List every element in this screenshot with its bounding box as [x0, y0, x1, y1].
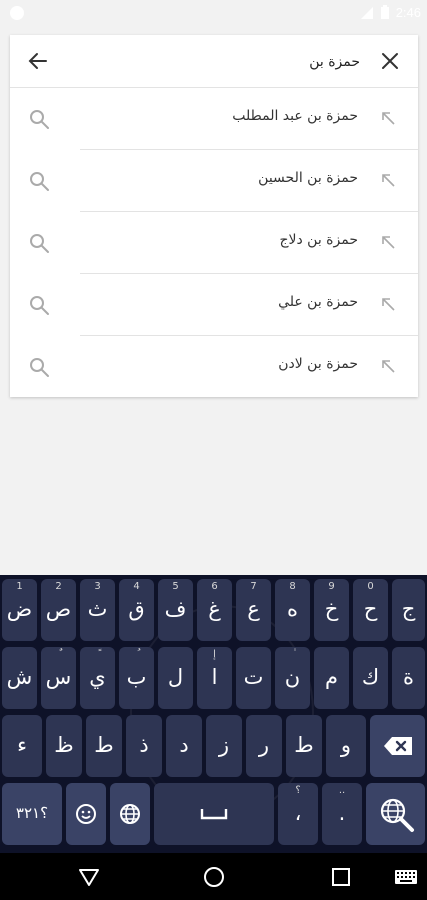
search-icon: [30, 358, 49, 377]
fill-query-arrow-icon[interactable]: [380, 110, 396, 126]
key[interactable]: ٰن: [275, 647, 310, 709]
suggestion-label: حمزة بن علي: [278, 294, 358, 310]
search-icon: [30, 172, 49, 191]
space-key[interactable]: [154, 783, 274, 845]
key[interactable]: 1ض: [2, 579, 37, 641]
language-key[interactable]: [110, 783, 150, 845]
key[interactable]: ت: [236, 647, 271, 709]
key[interactable]: ج: [392, 579, 425, 641]
key[interactable]: ك: [353, 647, 388, 709]
suggestion-label: حمزة بن الحسين: [258, 170, 358, 186]
key[interactable]: ة: [392, 647, 425, 709]
signal-icon: [360, 6, 373, 19]
suggestion-item[interactable]: حمزة بن علي: [10, 274, 418, 336]
suggestion-item[interactable]: حمزة بن دلاج: [10, 212, 418, 274]
key[interactable]: 6غ: [197, 579, 232, 641]
suggestion-label: حمزة بن عبد المطلب: [232, 108, 358, 124]
space-icon: [200, 809, 228, 820]
search-icon: [30, 234, 49, 253]
backspace-icon: [383, 737, 412, 755]
comma-key[interactable]: ؟ ،: [278, 783, 318, 845]
circle-home-icon[interactable]: [200, 863, 228, 891]
fill-query-arrow-icon[interactable]: [380, 234, 396, 250]
search-panel: حمزة بن عبد المطلب حمزة بن الحسين حمزة ب…: [10, 35, 418, 397]
arrow-left-icon[interactable]: [24, 47, 52, 75]
search-action-key[interactable]: [366, 783, 425, 845]
key[interactable]: ٌس: [41, 647, 76, 709]
key[interactable]: ط: [286, 715, 322, 777]
fill-query-arrow-icon[interactable]: [380, 296, 396, 312]
numbers-key[interactable]: ؟٣٢١: [2, 783, 62, 845]
fill-query-arrow-icon[interactable]: [380, 358, 396, 374]
backspace-key[interactable]: [370, 715, 425, 777]
key[interactable]: إا: [197, 647, 232, 709]
key[interactable]: ذ: [126, 715, 162, 777]
key[interactable]: ش: [2, 647, 37, 709]
globe-icon: [120, 804, 140, 824]
clock: 2:46: [395, 5, 421, 20]
search-bar: [10, 35, 418, 88]
close-icon[interactable]: [376, 47, 404, 75]
search-icon: [30, 110, 49, 129]
key[interactable]: ل: [158, 647, 193, 709]
square-recents-icon[interactable]: [327, 863, 355, 891]
suggestion-item[interactable]: حمزة بن عبد المطلب: [10, 88, 418, 150]
key[interactable]: ء: [2, 715, 42, 777]
key[interactable]: ًي: [80, 647, 115, 709]
key[interactable]: 7ع: [236, 579, 271, 641]
suggestion-item[interactable]: حمزة بن الحسين: [10, 150, 418, 212]
key[interactable]: 2ص: [41, 579, 76, 641]
keyboard: 1ض 2ص 3ث 4ق 5ف 6غ 7ع 8ه 9خ 0ح ج ش ٌس ًي …: [0, 575, 427, 853]
key[interactable]: د: [166, 715, 202, 777]
key[interactable]: 8ه: [275, 579, 310, 641]
key[interactable]: م: [314, 647, 349, 709]
suggestion-label: حمزة بن لادن: [278, 356, 358, 372]
fill-query-arrow-icon[interactable]: [380, 172, 396, 188]
search-input[interactable]: [70, 47, 362, 77]
key[interactable]: 9خ: [314, 579, 349, 641]
emoji-key[interactable]: [66, 783, 106, 845]
key[interactable]: ر: [246, 715, 282, 777]
suggestion-label: حمزة بن دلاج: [279, 232, 358, 248]
key[interactable]: 5ف: [158, 579, 193, 641]
status-icons: 2:46: [360, 5, 421, 20]
battery-icon: [380, 5, 389, 19]
key[interactable]: 3ث: [80, 579, 115, 641]
key[interactable]: ظ: [46, 715, 82, 777]
navigation-bar: [0, 853, 427, 900]
emoji-icon: [76, 804, 96, 824]
key[interactable]: 0ح: [353, 579, 388, 641]
key[interactable]: ز: [206, 715, 242, 777]
suggestion-item[interactable]: حمزة بن لادن: [10, 336, 418, 398]
notification-icon: [10, 6, 24, 20]
period-key[interactable]: ...: [322, 783, 362, 845]
status-bar: 2:46: [0, 0, 427, 28]
key[interactable]: ط: [86, 715, 122, 777]
keyboard-icon[interactable]: [392, 863, 420, 891]
search-icon: [30, 296, 49, 315]
key[interactable]: 4ق: [119, 579, 154, 641]
key[interactable]: و: [326, 715, 366, 777]
key[interactable]: ُب: [119, 647, 154, 709]
globe-search-icon: [380, 798, 414, 832]
triangle-back-icon[interactable]: [75, 863, 103, 891]
